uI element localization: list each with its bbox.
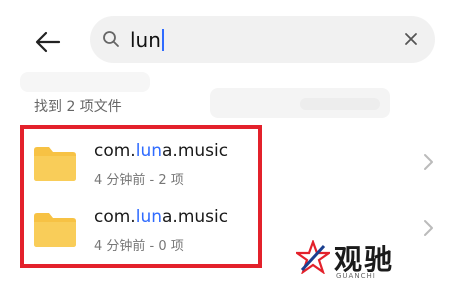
folder-meta: 4 分钟前 - 2 项 — [94, 173, 184, 188]
search-input[interactable]: lun — [130, 28, 164, 52]
watermark-logo: 观驰 GUANCHI — [296, 236, 446, 284]
arrow-left-icon — [35, 31, 61, 53]
chevron-right-icon — [424, 154, 433, 170]
watermark-subtitle: GUANCHI — [336, 272, 376, 280]
result-count: 找到 2 项文件 — [34, 99, 122, 115]
folder-meta: 4 分钟前 - 0 项 — [94, 239, 184, 254]
back-button[interactable] — [28, 22, 68, 62]
background-blur-block — [300, 98, 380, 110]
star-logo-icon — [296, 240, 330, 274]
folder-icon — [34, 147, 76, 181]
folder-name: com.luna.music — [94, 207, 229, 227]
chevron-right-icon — [424, 220, 433, 236]
search-icon — [103, 31, 119, 47]
top-bar: lun — [0, 0, 450, 80]
close-icon[interactable] — [403, 31, 419, 47]
search-query-text: lun — [130, 28, 161, 52]
text-cursor — [161, 29, 164, 51]
folder-icon — [34, 213, 76, 247]
folder-name: com.luna.music — [94, 141, 229, 161]
search-bar[interactable]: lun — [90, 16, 435, 63]
list-item[interactable]: com.luna.music 4 分钟前 - 2 项 — [24, 127, 450, 193]
